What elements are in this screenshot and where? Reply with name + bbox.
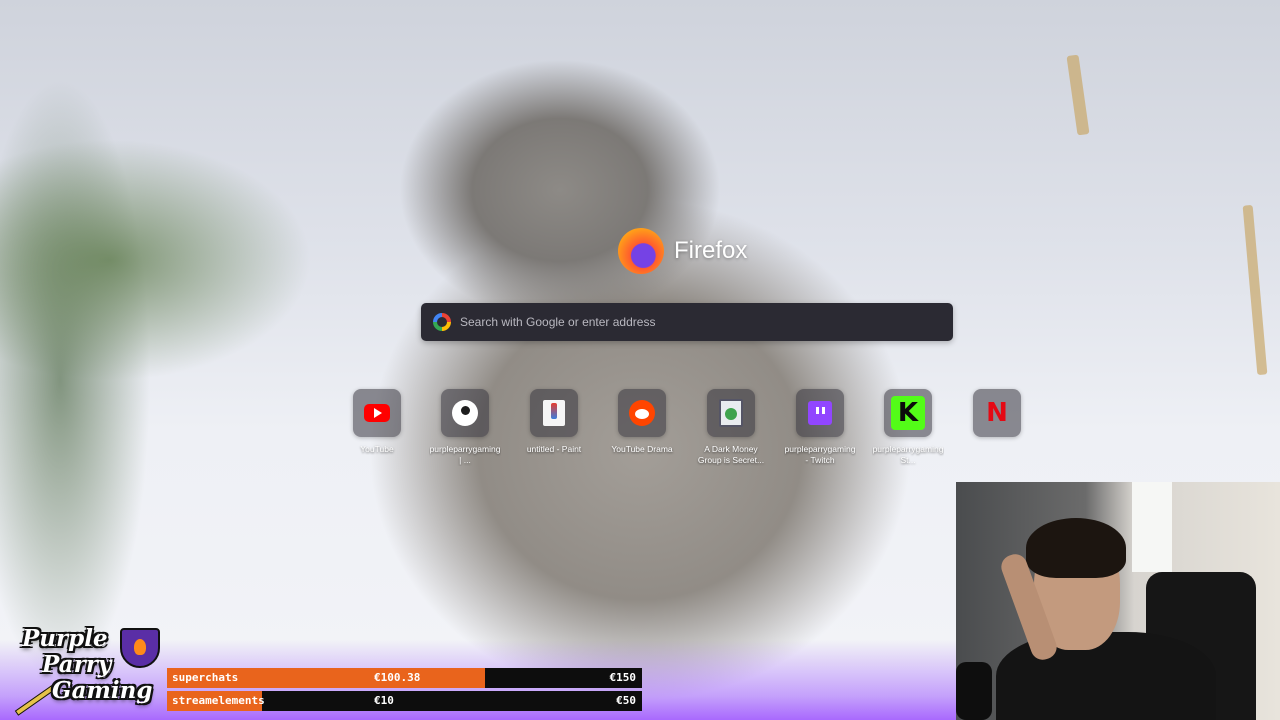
- goal-title: streamelements: [172, 694, 265, 707]
- goal-title: superchats: [172, 671, 239, 684]
- search-input[interactable]: Search with Google or enter address: [421, 303, 953, 341]
- top-site-label: purpleparrygaming - Twitch: [784, 444, 856, 465]
- paint-icon: [543, 400, 565, 426]
- brand-line: Gaming: [52, 677, 153, 704]
- netflix-icon: N: [986, 398, 1008, 428]
- kick-icon: K: [891, 396, 925, 430]
- top-site-label: purpleparrygaming | ...: [429, 444, 501, 465]
- brand-line: Purple: [22, 625, 108, 652]
- top-site-patreon[interactable]: purpleparrygaming | ...: [429, 389, 501, 466]
- top-site-reddit[interactable]: YouTube Drama: [606, 389, 678, 466]
- top-site-netflix[interactable]: N: [961, 389, 1033, 466]
- brand-line: Parry: [42, 651, 112, 678]
- goal-target-amount: €50: [616, 694, 636, 707]
- top-site-label: untitled - Paint: [526, 444, 582, 454]
- top-site-kick[interactable]: K purpleparrygaming St...: [872, 389, 944, 466]
- shield-icon: [120, 628, 160, 668]
- channel-logo: Purple Parry Gaming: [6, 622, 166, 718]
- top-site-label: [961, 444, 1033, 466]
- top-site-article[interactable]: A Dark Money Group is Secret...: [695, 389, 767, 466]
- logo-wordmark: Firefox: [674, 237, 748, 264]
- top-site-label: purpleparrygaming St...: [872, 444, 944, 465]
- twitch-icon: [808, 401, 832, 425]
- top-site-twitch[interactable]: purpleparrygaming - Twitch: [784, 389, 856, 466]
- top-site-paint[interactable]: untitled - Paint: [518, 389, 590, 466]
- top-sites: YouTube purpleparrygaming | ... untitled…: [350, 389, 1021, 469]
- wallpaper-stake: [1242, 204, 1268, 376]
- google-icon: [433, 313, 451, 331]
- webcam-window: [1132, 482, 1172, 572]
- webcam-microphone: [956, 662, 992, 720]
- reddit-icon: [629, 400, 655, 426]
- webcam-feed: [956, 482, 1280, 720]
- goal-current-amount: €10: [374, 694, 394, 707]
- webcam-person-hair: [1026, 518, 1126, 578]
- goal-current-amount: €100.38: [374, 671, 421, 684]
- patreon-icon: [452, 400, 478, 426]
- goal-target-amount: €150: [609, 671, 637, 684]
- firefox-logo: Firefox: [618, 226, 747, 276]
- document-icon: [719, 399, 743, 427]
- youtube-icon: [364, 404, 390, 422]
- streamelements-goal-bar: streamelements €10 €50: [167, 691, 642, 711]
- wallpaper-stake: [1066, 54, 1090, 136]
- top-site-label: YouTube: [360, 444, 394, 454]
- firefox-icon: [618, 228, 664, 274]
- top-site-youtube[interactable]: YouTube: [341, 389, 413, 466]
- search-placeholder: Search with Google or enter address: [460, 315, 656, 329]
- top-site-label: A Dark Money Group is Secret...: [697, 444, 765, 465]
- top-site-label: YouTube Drama: [611, 444, 673, 454]
- superchats-goal-bar: superchats €100.38 €150: [167, 668, 642, 688]
